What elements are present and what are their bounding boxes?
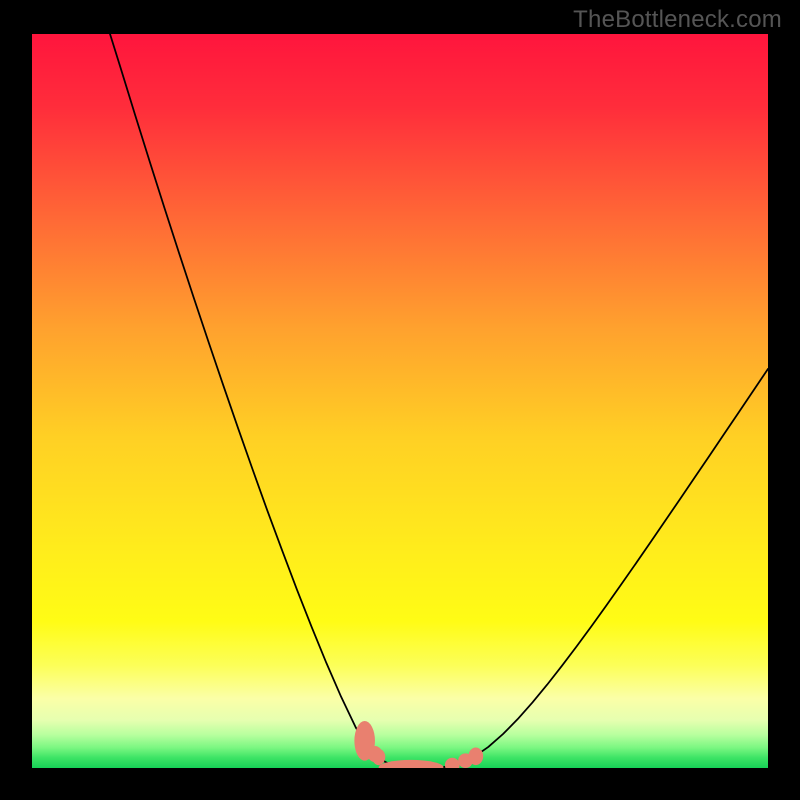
gradient-background <box>32 34 768 768</box>
plot-area <box>32 34 768 768</box>
watermark-label: TheBottleneck.com <box>573 6 782 34</box>
chart-frame: TheBottleneck.com <box>0 0 800 800</box>
